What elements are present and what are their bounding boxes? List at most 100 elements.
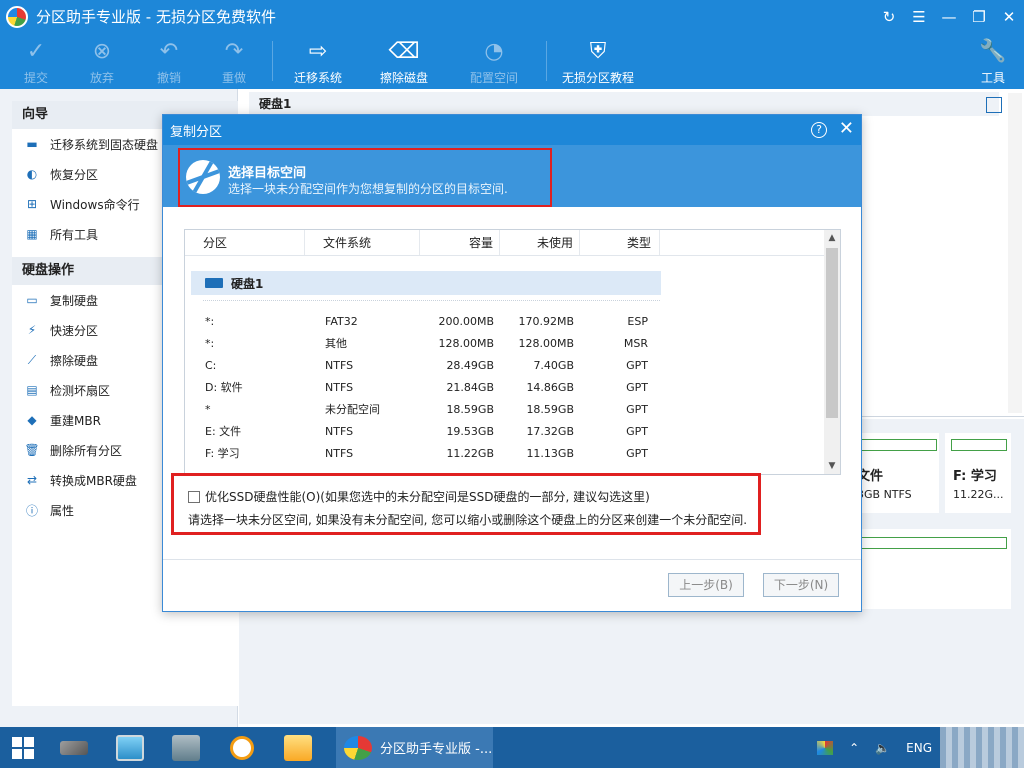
migrate-system-button[interactable]: ⇨ 迁移系统 <box>290 33 346 89</box>
ssd-optimize-option[interactable]: 优化SSD硬盘性能(O)(如果您选中的未分配空间是SSD硬盘的一部分, 建议勾选… <box>188 488 650 505</box>
table-row[interactable]: C: NTFS 28.49GB 7.40GB GPT <box>185 354 665 376</box>
copy-partition-dialog: 复制分区 ? ✕ 选择目标空间 选择一块未分配空间作为您想复制的分区的目标空间.… <box>162 114 862 612</box>
trash-icon: 🗑 <box>24 443 40 457</box>
taskbar-app-computer[interactable] <box>102 727 158 768</box>
taskbar-active-app[interactable]: 分区助手专业版 -... <box>336 727 493 768</box>
usage-bar <box>857 537 1007 549</box>
col-partition[interactable]: 分区 <box>185 230 305 255</box>
undo-button[interactable]: ↶ 撤销 <box>151 33 187 89</box>
redo-icon: ↷ <box>224 38 244 64</box>
table-row[interactable]: *: 其他 128.00MB 128.00MB MSR <box>185 332 665 354</box>
restore-button[interactable]: ❐ <box>964 0 994 33</box>
shield-plus-icon: ⛨ <box>589 38 607 64</box>
toolbar: ✓ 提交 ⊗ 放弃 ↶ 撤销 ↷ 重做 ⇨ 迁移系统 ⌫ 擦除磁盘 ◔ 配置空间… <box>0 33 1024 89</box>
language-indicator[interactable]: ENG <box>906 741 932 755</box>
magnifier-icon <box>230 735 254 760</box>
toolbar-separator <box>546 41 547 81</box>
volume-icon[interactable]: 🔈 <box>875 741 890 755</box>
col-filesystem[interactable]: 文件系统 <box>305 230 420 255</box>
usage-bar <box>951 439 1007 451</box>
taskbar-app-chip[interactable] <box>46 727 102 768</box>
partition-card-f[interactable]: F: 学习 11.22G... <box>945 433 1011 513</box>
migrate-icon: ▬ <box>26 137 38 151</box>
back-button[interactable]: 上一步(B) <box>668 573 744 597</box>
taskbar-app-search[interactable] <box>214 727 270 768</box>
table-row[interactable]: E: 文件 NTFS 19.53GB 17.32GB GPT <box>185 420 665 442</box>
partition-card-disk2[interactable] <box>849 529 1011 609</box>
eraser-icon: ⌫ <box>388 38 420 64</box>
info-icon: ⓘ <box>25 503 38 518</box>
recover-icon: ◐ <box>26 167 38 181</box>
undo-icon: ↶ <box>159 38 179 64</box>
refresh-icon[interactable]: ↻ <box>874 0 904 33</box>
scan-icon: ▤ <box>26 383 38 397</box>
tray-arrow-icon[interactable]: ⌃ <box>849 741 859 755</box>
copy-disk-icon: ▭ <box>26 293 38 307</box>
memory-chip-icon <box>60 740 88 755</box>
tutorial-button[interactable]: ⛨ 无损分区教程 <box>558 33 638 89</box>
dialog-banner: 选择目标空间 选择一块未分配空间作为您想复制的分区的目标空间. <box>163 145 861 207</box>
tools-button[interactable]: 🔧 工具 <box>975 33 1011 89</box>
ssd-option-box: 优化SSD硬盘性能(O)(如果您选中的未分配空间是SSD硬盘的一部分, 建议勾选… <box>171 473 761 535</box>
partition-card-e[interactable]: 文件 3GB NTFS <box>849 433 939 513</box>
banner-subtitle: 选择一块未分配空间作为您想复制的分区的目标空间. <box>228 182 508 196</box>
close-button[interactable]: ✕ <box>994 0 1024 33</box>
redo-button[interactable]: ↷ 重做 <box>216 33 252 89</box>
disk-icon <box>205 278 223 288</box>
list-header: 分区 文件系统 容量 未使用 类型 <box>185 230 840 256</box>
help-icon[interactable]: ? <box>811 122 827 138</box>
window-controls: ↻ ☰ — ❐ ✕ <box>874 0 1024 33</box>
grid-icon: ▦ <box>26 227 38 241</box>
scroll-down-icon[interactable]: ▼ <box>824 458 840 474</box>
wipe-disk-button[interactable]: ⌫ 擦除磁盘 <box>376 33 432 89</box>
taskbar-app-explorer[interactable] <box>270 727 326 768</box>
col-type[interactable]: 类型 <box>580 230 660 255</box>
config-space-button[interactable]: ◔ 配置空间 <box>466 33 522 89</box>
partition-list: 分区 文件系统 容量 未使用 类型 硬盘1 *: FAT32 200.00MB … <box>184 229 841 475</box>
next-button[interactable]: 下一步(N) <box>763 573 839 597</box>
col-unused[interactable]: 未使用 <box>500 230 580 255</box>
title-bar: 分区助手专业版 - 无损分区免费软件 ↻ ☰ — ❐ ✕ <box>0 0 1024 33</box>
convert-icon: ⇄ <box>26 473 38 487</box>
minimize-button[interactable]: — <box>934 0 964 33</box>
taskbar-app-keyboard[interactable] <box>158 727 214 768</box>
highlight-box: 选择目标空间 选择一块未分配空间作为您想复制的分区的目标空间. <box>178 148 552 207</box>
ssd-checkbox[interactable] <box>188 490 200 503</box>
dialog-title: 复制分区 <box>170 124 223 140</box>
color-app-icon[interactable] <box>817 740 834 755</box>
ssd-checkbox-label: 优化SSD硬盘性能(O)(如果您选中的未分配空间是SSD硬盘的一部分, 建议勾选… <box>205 490 650 504</box>
menu-icon[interactable]: ☰ <box>904 0 934 33</box>
toolbar-separator <box>272 41 273 81</box>
disk-group-row[interactable]: 硬盘1 <box>191 271 661 295</box>
start-button[interactable] <box>0 727 46 768</box>
list-scrollbar[interactable]: ▲ ▼ <box>824 230 840 474</box>
dialog-title-bar: 复制分区 ? ✕ <box>163 115 861 145</box>
table-row[interactable]: D: 软件 NTFS 21.84GB 14.86GB GPT <box>185 376 665 398</box>
col-capacity[interactable]: 容量 <box>420 230 500 255</box>
wrench-icon: 🔧 <box>979 38 1007 64</box>
folder-icon <box>284 734 312 761</box>
commit-button[interactable]: ✓ 提交 <box>18 33 54 89</box>
discard-button[interactable]: ⊗ 放弃 <box>84 33 120 89</box>
tag-icon: ◆ <box>27 413 37 427</box>
broom-icon: ⟋ <box>27 352 37 367</box>
banner-title: 选择目标空间 <box>228 166 307 181</box>
table-row[interactable]: *: FAT32 200.00MB 170.92MB ESP <box>185 310 665 332</box>
scroll-up-icon[interactable]: ▲ <box>824 230 840 246</box>
system-tray: ⌃ 🔈 ENG <box>809 727 1024 768</box>
clock-area[interactable] <box>940 727 1024 768</box>
check-icon: ✓ <box>26 38 46 64</box>
migrate-drive-icon: ⇨ <box>308 38 328 64</box>
hint-text: 请选择一块未分区空间, 如果没有未分配空间, 您可以缩小或删除这个硬盘上的分区来… <box>188 513 748 527</box>
view-toggle-icon[interactable] <box>986 97 1002 113</box>
table-row[interactable]: F: 学习 NTFS 11.22GB 11.13GB GPT <box>185 442 665 464</box>
window-title: 分区助手专业版 - 无损分区免费软件 <box>36 8 276 26</box>
divider <box>163 559 861 560</box>
scroll-thumb[interactable] <box>826 248 838 418</box>
dialog-close-icon[interactable]: ✕ <box>839 118 854 139</box>
table-row[interactable]: * 未分配空间 18.59GB 18.59GB GPT <box>185 398 665 420</box>
usage-bar <box>857 439 937 451</box>
taskbar: 分区助手专业版 -... ⌃ 🔈 ENG <box>0 727 1024 768</box>
lightning-icon: ⚡ <box>27 323 37 337</box>
main-scrollbar[interactable] <box>1008 93 1022 413</box>
